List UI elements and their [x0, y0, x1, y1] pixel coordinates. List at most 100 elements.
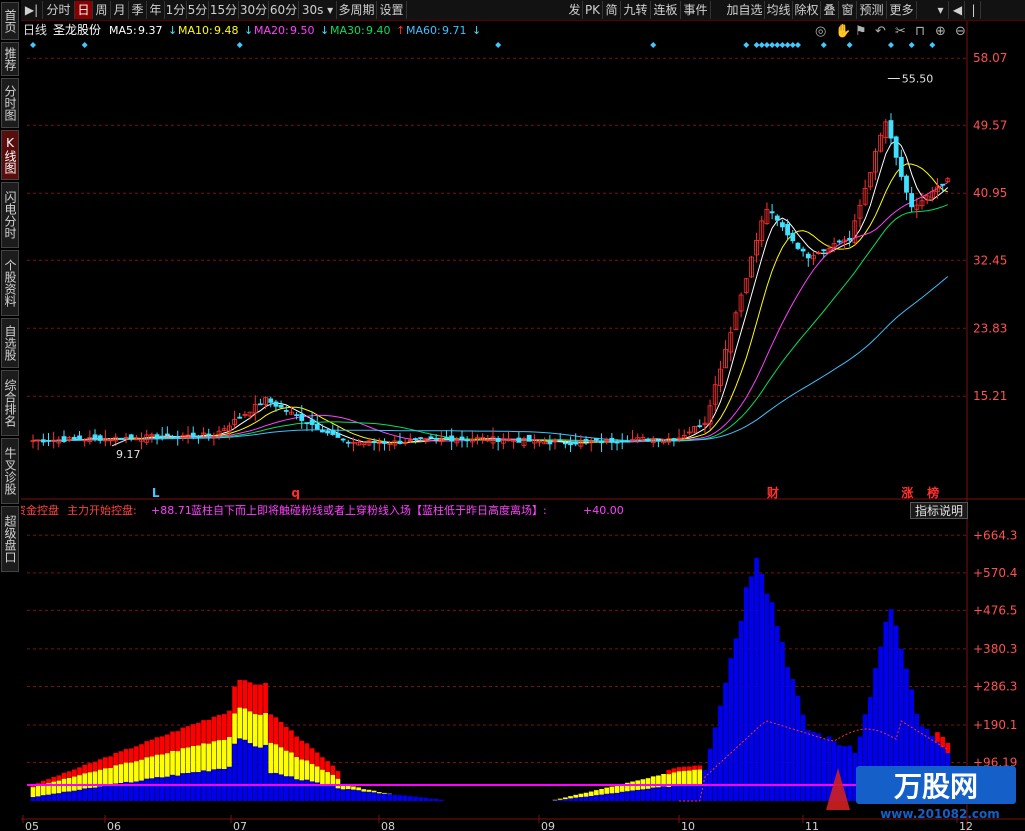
toolbar-tool-4[interactable]: 连板 — [651, 1, 681, 19]
event-marker[interactable]: 榜 — [927, 485, 939, 500]
capital-blue-bar — [108, 785, 113, 801]
capital-yellow-bar — [263, 712, 268, 745]
capital-yellow-bar — [113, 765, 119, 784]
capital-yellow-bar — [552, 799, 558, 801]
toolbar-period-0[interactable]: 分时 — [43, 1, 75, 19]
capital-yellow-bar — [692, 769, 697, 786]
undo-icon[interactable]: ↶ — [875, 24, 886, 39]
sidebar-item-4[interactable]: 闪电分时 — [1, 182, 19, 248]
toolbar-tool-10[interactable]: 窗 — [839, 1, 857, 19]
toolbar-period-8[interactable]: 15分 — [209, 1, 239, 19]
event-marker[interactable]: q — [291, 486, 300, 500]
more-dropdown-icon[interactable]: ▾ — [933, 1, 949, 19]
site-logo: 万股网 www.201082.com — [826, 766, 1016, 821]
collapse-arrow-icon[interactable]: ◀ — [951, 1, 965, 19]
capital-blue-bar — [92, 787, 98, 801]
flag-icon[interactable]: ⚑ — [855, 24, 867, 39]
candle-body — [459, 436, 465, 440]
toolbar-tool-9[interactable]: 叠 — [821, 1, 839, 19]
toolbar-period-12[interactable]: 多周期 — [337, 1, 377, 19]
candle-body — [345, 441, 351, 444]
high-price-label: 55.50 — [902, 72, 934, 85]
candle-body — [893, 136, 899, 158]
toolbar-tool-0[interactable]: 发 — [567, 1, 583, 19]
toolbar-tool-6[interactable]: 加自选 — [725, 1, 765, 19]
expand-right-arrow-icon[interactable]: |▶ — [967, 1, 981, 35]
capital-blue-bar — [165, 776, 170, 801]
sidebar-item-9[interactable]: 超级盘口 — [1, 506, 19, 572]
capital-red-bar — [294, 736, 299, 757]
toolbar-period-11[interactable]: 30s ▾ — [299, 1, 337, 19]
toolbar-tool-2[interactable]: 简 — [603, 1, 621, 19]
sidebar-item-2[interactable]: 分时图 — [1, 78, 19, 128]
event-marker[interactable]: 涨 — [901, 485, 913, 500]
sidebar-item-1[interactable]: 推荐 — [1, 42, 19, 76]
capital-yellow-bar — [578, 793, 584, 798]
candle-body — [516, 437, 522, 443]
toolbar-period-2[interactable]: 周 — [93, 1, 111, 19]
candle-body — [557, 439, 563, 442]
capital-red-bar — [41, 780, 46, 785]
capital-yellow-bar — [134, 761, 139, 782]
sidebar-item-0[interactable]: 首页 — [1, 2, 19, 40]
toolbar-tool-1[interactable]: PK — [583, 1, 603, 19]
capital-blue-bar — [82, 788, 88, 801]
toolbar-period-7[interactable]: 5分 — [187, 1, 209, 19]
toolbar-period-9[interactable]: 30分 — [239, 1, 269, 19]
capital-yellow-bar — [103, 768, 108, 786]
toolbar-period-6[interactable]: 1分 — [165, 1, 187, 19]
capital-red-bar — [123, 749, 129, 763]
toolbar-tool-3[interactable]: 九转 — [621, 1, 651, 19]
capital-blue-bar — [805, 730, 811, 801]
toolbar-tool-11[interactable]: 预测 — [857, 1, 887, 19]
candle-body — [382, 441, 387, 444]
candle-body — [547, 441, 553, 445]
hand-icon[interactable]: ✋ — [835, 23, 851, 39]
scissors-icon[interactable]: ✂ — [895, 24, 906, 39]
toolbar-tool-7[interactable]: 均线 — [765, 1, 793, 19]
toolbar-tool-8[interactable]: 除权 — [793, 1, 821, 19]
left-sidebar: 首页 推荐分时图 K线图闪电分时个股资料自选股综合排名牛叉诊股超级盘口 — [0, 0, 22, 831]
capital-blue-bar — [190, 772, 196, 801]
sidebar-item-3[interactable]: K线图 — [1, 130, 19, 180]
capital-blue-bar — [299, 780, 305, 801]
event-marker[interactable]: 财 — [766, 485, 779, 500]
lock-icon[interactable]: ⊓ — [915, 24, 925, 39]
sidebar-item-6[interactable]: 自选股 — [1, 318, 19, 368]
sidebar-item-7[interactable]: 综合排名 — [1, 370, 19, 436]
sidebar-item-5[interactable]: 个股资料 — [1, 250, 19, 316]
candle-body — [909, 193, 915, 208]
capital-blue-bar — [609, 793, 615, 801]
minus-circle-icon[interactable]: ⊖ — [955, 24, 966, 39]
capital-red-bar — [51, 777, 56, 782]
date-label: 11 — [805, 820, 819, 831]
candle-body — [92, 434, 98, 439]
toolbar-period-13[interactable]: 设置 — [377, 1, 407, 19]
plus-circle-icon[interactable]: ⊕ — [935, 24, 946, 39]
candle-body — [800, 248, 806, 252]
toolbar-period-1[interactable]: 日 — [75, 1, 93, 19]
toolbar-period-4[interactable]: 季 — [129, 1, 147, 19]
expand-arrow-icon[interactable]: ▶| — [21, 1, 43, 19]
toolbar-tool-12[interactable]: 更多 — [887, 1, 917, 19]
indicator-help-button[interactable]: 指标说明 — [910, 502, 968, 519]
capital-blue-bar — [304, 779, 310, 801]
toolbar-tool-5[interactable]: 事件 — [681, 1, 711, 19]
capital-blue-bar — [361, 791, 367, 801]
toolbar-period-10[interactable]: 60分 — [269, 1, 299, 19]
candle-body — [609, 437, 615, 443]
capital-blue-bar — [113, 783, 119, 801]
capital-red-bar — [128, 748, 134, 763]
price-tick-label: 32.45 — [973, 253, 1007, 267]
event-marker[interactable]: L — [152, 486, 160, 500]
candle-body — [821, 249, 827, 252]
sub-text-2: 蓝柱自下而上即将触碰粉线或者上穿粉线入场【蓝柱低于昨日高度离场】: — [191, 503, 547, 517]
capital-blue-bar — [676, 785, 682, 801]
eye-icon[interactable]: ◎ — [815, 24, 826, 39]
toolbar-period-3[interactable]: 月 — [111, 1, 129, 19]
kline-chart[interactable]: 58.07 49.57 40.95 32.45 23.83 15.21 日线 圣龙股份 MA5… — [21, 21, 1025, 501]
capital-red-bar — [289, 730, 294, 753]
capital-blue-bar — [433, 799, 439, 801]
toolbar-period-5[interactable]: 年 — [147, 1, 165, 19]
sidebar-item-8[interactable]: 牛叉诊股 — [1, 438, 19, 504]
